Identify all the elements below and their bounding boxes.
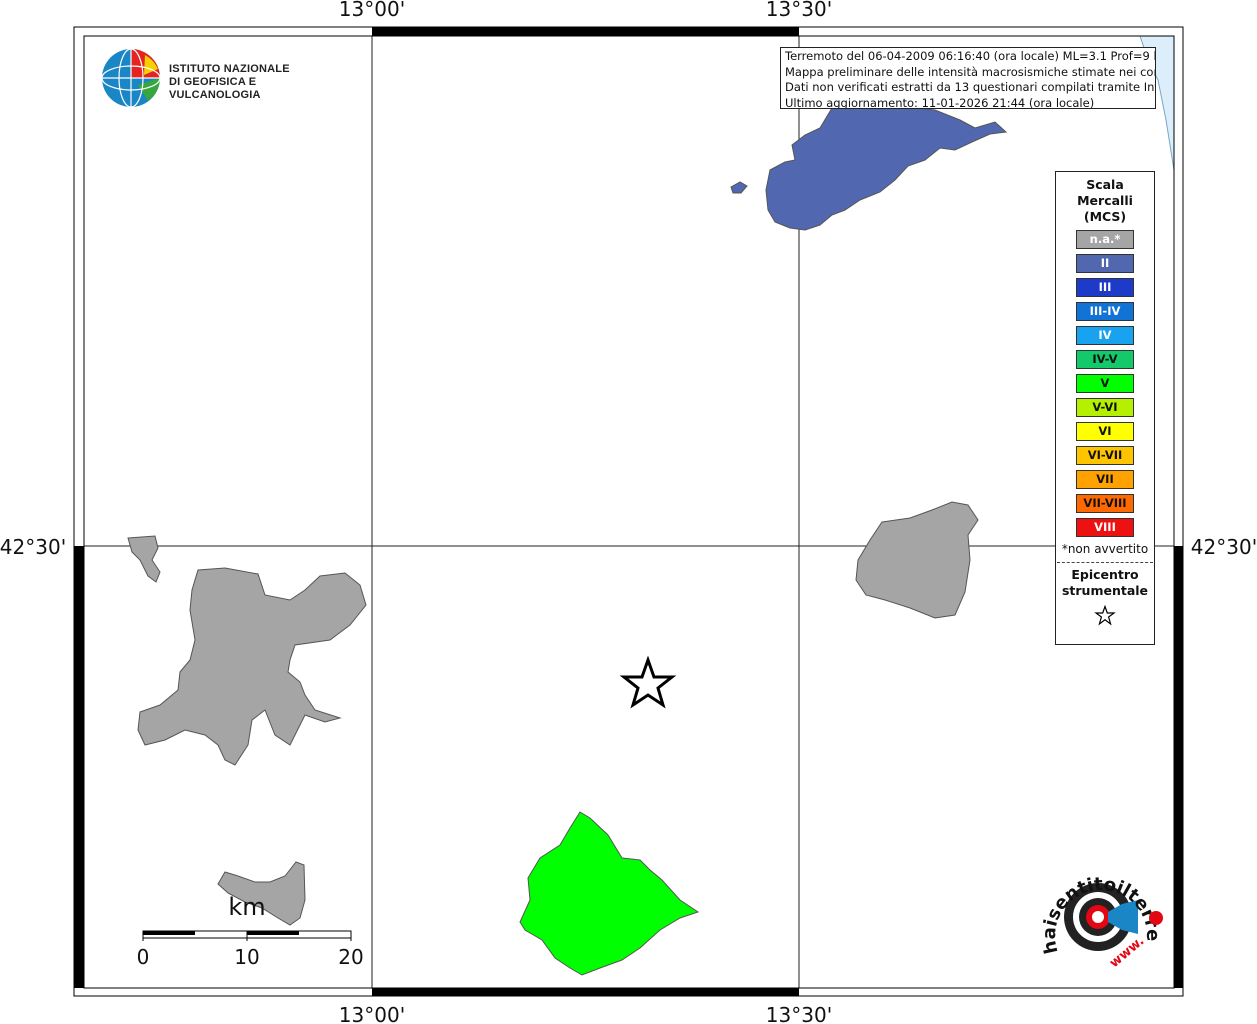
legend-title-line-1: Scala: [1086, 177, 1124, 192]
municipality-not-felt-northwest[interactable]: [127, 535, 161, 583]
hsit-logo[interactable]: haisentitoilterremoto.it www.: [1027, 844, 1166, 980]
legend-epicenter-line-2: strumentale: [1061, 583, 1149, 598]
event-info-line-1: Terremoto del 06-04-2009 06:16:40 (ora l…: [785, 49, 1156, 63]
legend-item-4[interactable]: IV: [1076, 326, 1134, 345]
epicenter-star-icon[interactable]: [619, 655, 677, 709]
legend-item-12[interactable]: VIII: [1076, 518, 1134, 537]
municipality-intensity-ii-islet[interactable]: [730, 181, 748, 194]
ingv-name-line-2: DI GEOFISICA E VULCANOLOGIA: [169, 76, 261, 101]
municipality-not-felt-west[interactable]: [137, 567, 367, 766]
legend-item-0[interactable]: n.a.*: [1076, 230, 1134, 249]
event-info-line-4: Ultimo aggiornamento: 11-01-2026 21:44 (…: [785, 95, 1095, 109]
legend-items: n.a.* II III III-IV IV IV-V V V-VI VI VI-VII VII VI…: [1056, 230, 1154, 537]
graticule: [84, 36, 1174, 988]
globe-icon: [101, 48, 161, 108]
map-frame: [73, 26, 1184, 997]
hsit-emblem-icon: haisentitoilterremoto.it www.: [1027, 844, 1164, 971]
legend-item-2[interactable]: III: [1076, 278, 1134, 297]
legend-item-7[interactable]: V-VI: [1076, 398, 1134, 417]
legend-item-3[interactable]: III-IV: [1076, 302, 1134, 321]
event-info-line-3: Dati non verificati estratti da 13 quest…: [785, 80, 1156, 94]
event-info-box: Terremoto del 06-04-2009 06:16:40 (ora l…: [780, 47, 1156, 109]
legend-divider: [1057, 562, 1153, 563]
bottom-label-1: 13°00': [339, 1003, 405, 1024]
legend-epicenter-line-1: Epicentro: [1071, 567, 1139, 582]
right-label-1: 42°30': [1191, 535, 1257, 559]
legend-item-1[interactable]: II: [1076, 254, 1134, 273]
legend-star-icon: [1056, 604, 1154, 631]
scale-bar: km 0 10 20: [137, 893, 364, 969]
legend-not-felt-note: *non avvertito: [1061, 542, 1149, 556]
municipality-not-felt-east[interactable]: [855, 501, 979, 619]
legend-item-10[interactable]: VII: [1076, 470, 1134, 489]
scale-tick-20: 20: [338, 945, 363, 969]
ingv-name-line-1: ISTITUTO NAZIONALE: [169, 63, 290, 75]
legend-item-9[interactable]: VI-VII: [1076, 446, 1134, 465]
municipality-intensity-ii[interactable]: [765, 101, 1008, 231]
legend-epicenter-label: Epicentro strumentale: [1056, 567, 1154, 599]
legend-item-8[interactable]: VI: [1076, 422, 1134, 441]
event-info-line-2: Mappa preliminare delle intensità macros…: [785, 64, 1156, 79]
legend-title-line-2: Mercalli: [1077, 193, 1133, 208]
legend-title: Scala Mercalli (MCS): [1056, 177, 1154, 225]
intensity-legend: Scala Mercalli (MCS) n.a.* II III III-IV IV I…: [1055, 171, 1155, 645]
scale-unit: km: [228, 893, 265, 921]
ingv-logo: ISTITUTO NAZIONALE DI GEOFISICA E VULCAN…: [100, 47, 320, 111]
legend-item-6[interactable]: V: [1076, 374, 1134, 393]
legend-item-5[interactable]: IV-V: [1076, 350, 1134, 369]
municipality-intensity-v[interactable]: [519, 811, 700, 976]
top-label-1: 13°00': [339, 0, 405, 21]
scale-tick-10: 10: [234, 945, 259, 969]
left-label-1: 42°30': [0, 535, 66, 559]
bottom-label-2: 13°30': [766, 1003, 832, 1024]
legend-item-11[interactable]: VII-VIII: [1076, 494, 1134, 513]
top-label-2: 13°30': [766, 0, 832, 21]
scale-tick-0: 0: [137, 945, 150, 969]
legend-title-line-3: (MCS): [1083, 209, 1127, 224]
